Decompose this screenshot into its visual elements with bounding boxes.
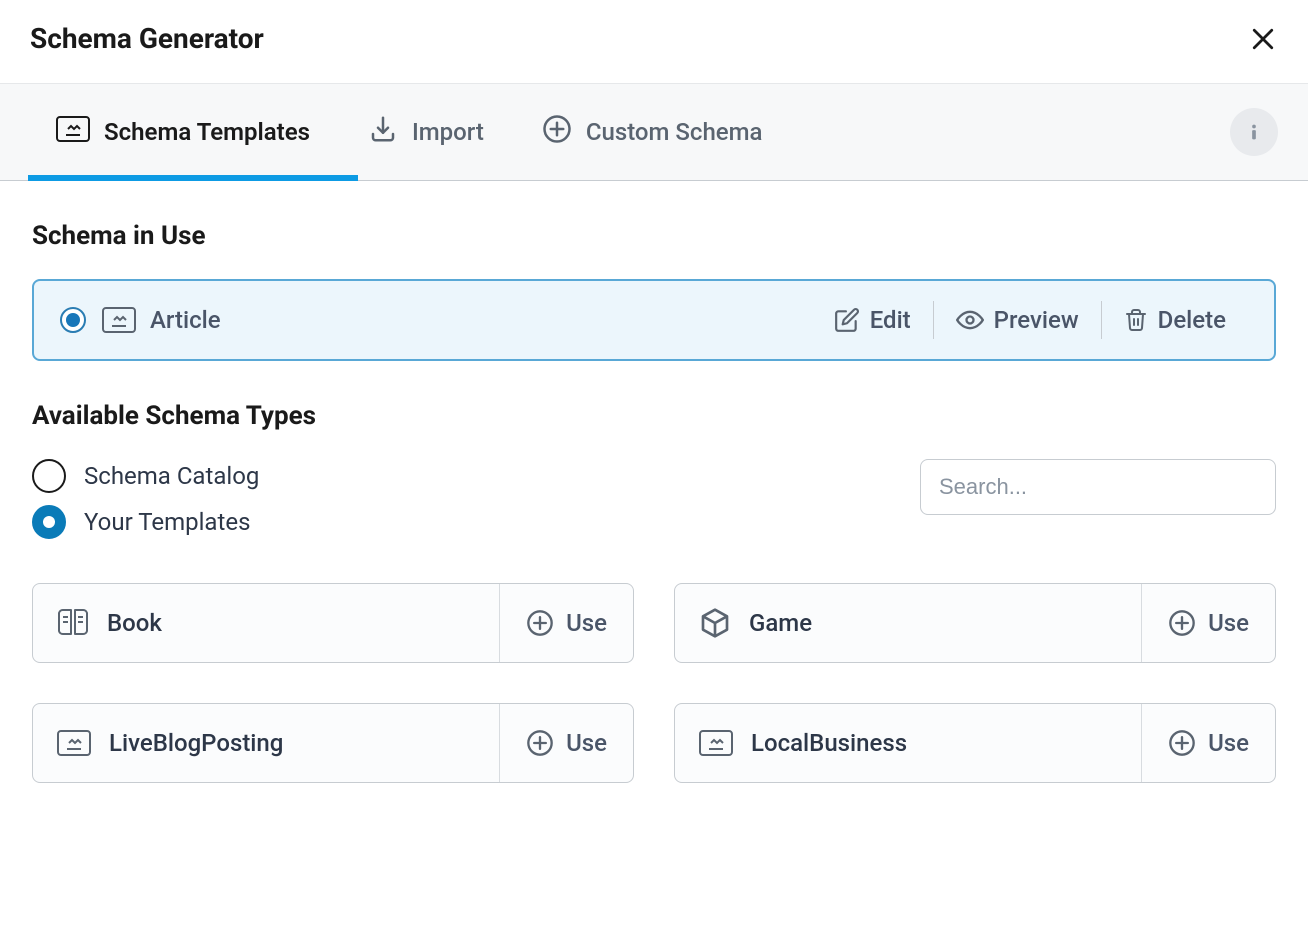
use-button[interactable]: Use <box>1141 704 1275 782</box>
close-icon <box>1248 24 1278 54</box>
schema-card-liveblogposting[interactable]: LiveBlogPosting Use <box>32 703 634 783</box>
use-label: Use <box>1208 609 1249 637</box>
ticket-icon <box>57 730 91 756</box>
page-title: Schema Generator <box>30 22 264 55</box>
import-icon <box>368 114 398 150</box>
plus-circle-icon <box>1168 609 1196 637</box>
tabs-bar: Schema Templates Import Custom Schema <box>0 83 1308 181</box>
book-icon <box>57 609 89 637</box>
tab-label: Custom Schema <box>586 118 763 146</box>
content-area: Schema in Use Article Edit Preview <box>0 181 1308 823</box>
card-name: LiveBlogPosting <box>109 729 283 757</box>
schema-in-use-card[interactable]: Article Edit Preview Delete <box>32 279 1276 361</box>
plus-circle-icon <box>542 114 572 150</box>
tab-label: Import <box>412 118 484 146</box>
tab-import[interactable]: Import <box>368 84 484 180</box>
use-button[interactable]: Use <box>499 704 633 782</box>
trash-icon <box>1124 307 1148 333</box>
schema-card-game[interactable]: Game Use <box>674 583 1276 663</box>
in-use-actions: Edit Preview Delete <box>812 301 1248 339</box>
radio-schema-catalog[interactable]: Schema Catalog <box>32 459 259 493</box>
radio-checked <box>32 505 66 539</box>
eye-icon <box>956 310 984 330</box>
ticket-icon <box>56 116 90 148</box>
card-name: Book <box>107 609 162 637</box>
section-available-title: Available Schema Types <box>32 401 1276 431</box>
delete-button[interactable]: Delete <box>1102 306 1248 334</box>
edit-label: Edit <box>870 306 911 334</box>
dialog-header: Schema Generator <box>0 0 1308 83</box>
source-filter-group: Schema Catalog Your Templates <box>32 459 259 539</box>
use-button[interactable]: Use <box>1141 584 1275 662</box>
plus-circle-icon <box>526 729 554 757</box>
schema-card-localbusiness[interactable]: LocalBusiness Use <box>674 703 1276 783</box>
radio-label: Your Templates <box>84 508 250 536</box>
plus-circle-icon <box>1168 729 1196 757</box>
preview-button[interactable]: Preview <box>934 306 1101 334</box>
use-label: Use <box>1208 729 1249 757</box>
tab-label: Schema Templates <box>104 118 310 146</box>
card-name: LocalBusiness <box>751 729 907 757</box>
schema-in-use-name: Article <box>150 306 221 334</box>
card-name: Game <box>749 609 812 637</box>
info-icon <box>1243 121 1265 143</box>
edit-button[interactable]: Edit <box>812 306 933 334</box>
filter-row: Schema Catalog Your Templates <box>32 459 1276 539</box>
close-button[interactable] <box>1248 24 1278 54</box>
box-icon <box>699 607 731 639</box>
radio-selected[interactable] <box>60 307 86 333</box>
delete-label: Delete <box>1158 306 1226 334</box>
tab-schema-templates[interactable]: Schema Templates <box>56 84 310 180</box>
schema-card-book[interactable]: Book Use <box>32 583 634 663</box>
info-button[interactable] <box>1230 108 1278 156</box>
edit-icon <box>834 307 860 333</box>
search-input[interactable] <box>920 459 1276 515</box>
active-tab-underline <box>28 175 358 181</box>
schema-card-grid: Book Use Game Use <box>32 583 1276 783</box>
tab-custom-schema[interactable]: Custom Schema <box>542 84 763 180</box>
use-label: Use <box>566 609 607 637</box>
ticket-icon <box>699 730 733 756</box>
preview-label: Preview <box>994 306 1079 334</box>
radio-label: Schema Catalog <box>84 462 259 490</box>
use-label: Use <box>566 729 607 757</box>
section-schema-in-use-title: Schema in Use <box>32 221 1276 251</box>
ticket-icon <box>102 307 136 333</box>
radio-unchecked <box>32 459 66 493</box>
radio-dot-inner <box>66 313 80 327</box>
plus-circle-icon <box>526 609 554 637</box>
use-button[interactable]: Use <box>499 584 633 662</box>
radio-your-templates[interactable]: Your Templates <box>32 505 259 539</box>
